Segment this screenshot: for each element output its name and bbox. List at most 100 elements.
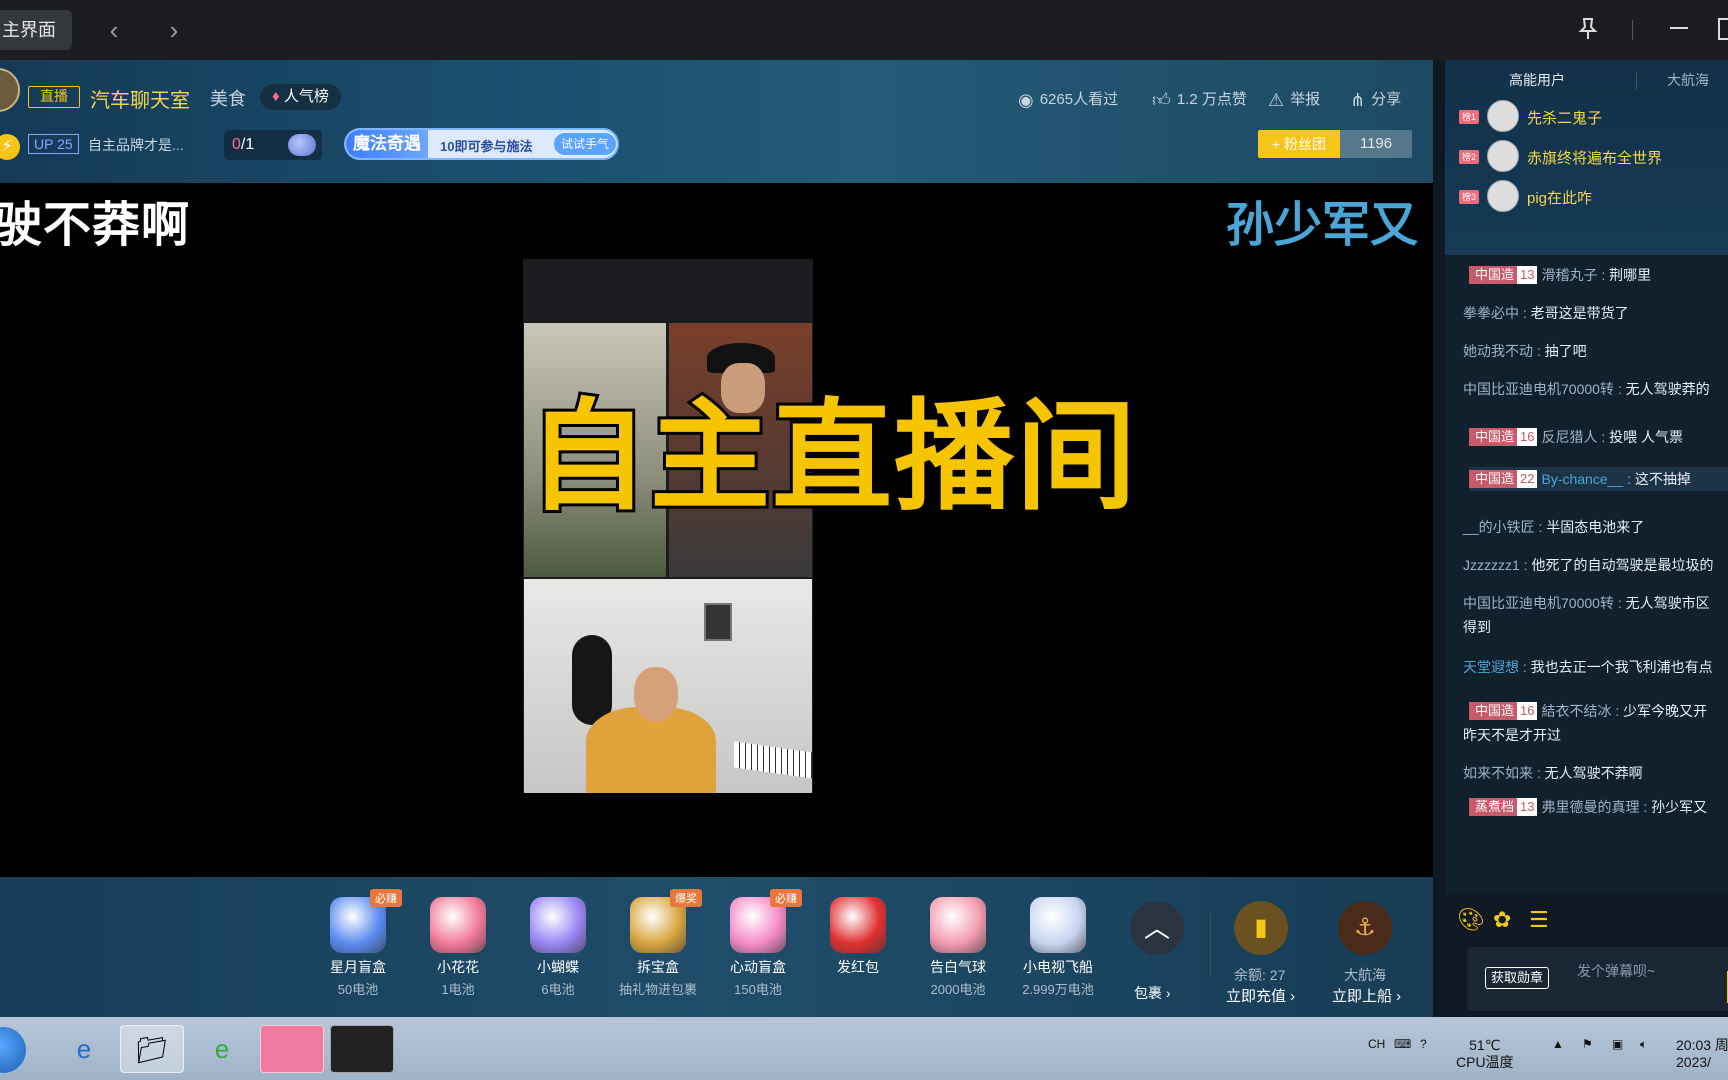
avatar: [1487, 100, 1519, 132]
chat-message[interactable]: 她动我不动 : 抽了吧: [1463, 339, 1728, 363]
cpu-temp-value: 51℃: [1469, 1037, 1501, 1053]
vip-user-row[interactable]: 榜1 先杀二鬼子: [1459, 98, 1728, 134]
network-icon[interactable]: ▣: [1612, 1037, 1623, 1051]
gift-badge: 爆奖: [670, 889, 702, 907]
chat-username[interactable]: 弗里德曼的真理: [1541, 799, 1639, 815]
tab-vip-users[interactable]: 高能用户: [1509, 70, 1565, 90]
home-tab[interactable]: 主界面: [0, 10, 72, 50]
chat-username[interactable]: __的小铁匠: [1463, 519, 1535, 535]
video-player[interactable]: 驶不莽啊 孙少军又 自主直播间: [0, 183, 1433, 877]
clock-date: 2023/: [1676, 1054, 1712, 1070]
chat-message[interactable]: 中国造 13 滑稽丸子 : 荆哪里: [1469, 263, 1728, 287]
gift-item[interactable]: 小蝴蝶 6电池: [508, 897, 608, 998]
clock[interactable]: 20:03 周 2023/: [1676, 1037, 1728, 1071]
report-button[interactable]: ⚠ 举报: [1268, 88, 1320, 111]
chat-username[interactable]: 滑稽丸子: [1541, 267, 1597, 283]
chat-username[interactable]: 結衣不结冰: [1541, 703, 1611, 719]
get-medal-button[interactable]: 获取勋章: [1485, 967, 1549, 989]
lightning-icon: ⚡: [0, 134, 20, 160]
magic-event-banner[interactable]: 魔法奇遇 10即可参与施法 试试手气: [344, 128, 619, 160]
maximize-icon[interactable]: [1718, 18, 1728, 40]
chat-username[interactable]: By-chance__: [1541, 471, 1623, 487]
battery-icon[interactable]: ▮: [1234, 901, 1288, 955]
help-icon[interactable]: ?: [1420, 1037, 1427, 1051]
chat-message[interactable]: __的小铁匠 : 半固态电池来了: [1463, 515, 1728, 539]
chat-username[interactable]: 拳拳必中: [1463, 305, 1519, 321]
volume-icon[interactable]: 🔈︎: [1640, 1037, 1647, 1052]
gift-item[interactable]: 告白气球 2000电池: [908, 897, 1008, 998]
fan-club-button[interactable]: + 粉丝团: [1258, 130, 1340, 158]
danmaku-input[interactable]: 发个弹幕呗~: [1577, 961, 1655, 981]
chat-message[interactable]: 拳拳必中 : 老哥这是带货了: [1463, 301, 1728, 325]
chat-colon: :: [1597, 267, 1610, 283]
tab-divider: [1636, 72, 1637, 90]
recharge-link[interactable]: 立即充值 ›: [1226, 985, 1295, 1006]
chat-message[interactable]: 蒸煮档 13 弗里德曼的真理 : 孙少军又: [1469, 795, 1728, 819]
chat-list[interactable]: 中国造 13 滑稽丸子 : 荆哪里 拳拳必中 : 老哥这是带货了 她动我不动 : 抽了吧…: [1445, 255, 1728, 895]
emoji-icon[interactable]: ✿: [1493, 907, 1511, 933]
gift-item[interactable]: 必赚 心动盲盒 150电池: [708, 889, 808, 998]
weather-icon[interactable]: [288, 134, 316, 156]
share-button[interactable]: ⋔ 分享: [1350, 88, 1401, 111]
anchor-icon[interactable]: ⚓: [1338, 901, 1392, 955]
chat-username[interactable]: 她动我不动: [1463, 343, 1533, 359]
lang-indicator[interactable]: CH: [1368, 1037, 1385, 1051]
room-title[interactable]: 汽车聊天室: [90, 84, 190, 113]
board-ship-link[interactable]: 立即上船 ›: [1332, 985, 1401, 1006]
folder-icon[interactable]: 📁︎: [120, 1025, 184, 1073]
chat-message[interactable]: Jzzzzzz1 : 他死了的自动驾驶是最垃圾的: [1463, 553, 1728, 577]
tray-expand-icon[interactable]: ▲: [1552, 1037, 1564, 1051]
palette-icon[interactable]: 🎨︎: [1457, 907, 1485, 933]
chat-username[interactable]: 中国比亚迪电机70000转: [1463, 595, 1614, 611]
vip-user-row[interactable]: 榜2 赤旗终将遍布全世界: [1459, 138, 1728, 174]
gift-item[interactable]: 发红包: [808, 897, 908, 979]
chat-text: 投喂 人气票: [1609, 429, 1684, 445]
medal-level: 16: [1517, 702, 1538, 720]
chat-message[interactable]: 得到: [1463, 615, 1728, 639]
ie-icon[interactable]: e: [52, 1025, 116, 1073]
chat-text: 无人驾驶市区: [1625, 595, 1710, 611]
chat-message[interactable]: 中国造 22 By-chance__ : 这不抽掉: [1469, 467, 1728, 491]
flag-icon[interactable]: ⚑: [1582, 1037, 1593, 1051]
chat-username[interactable]: 天堂遐想: [1463, 659, 1519, 675]
chat-message[interactable]: 昨天不是才开过: [1463, 723, 1728, 747]
pin-icon[interactable]: [1575, 16, 1601, 48]
chat-message[interactable]: 中国造 16 反尼猎人 : 投喂 人气票: [1469, 425, 1728, 449]
popularity-rank-button[interactable]: ♦ 人气榜: [260, 84, 341, 110]
chat-message[interactable]: 中国比亚迪电机70000转 : 无人驾驶市区: [1463, 591, 1728, 615]
gift-item[interactable]: 小花花 1电池: [408, 897, 508, 998]
streamer-avatar[interactable]: [0, 68, 20, 112]
gift-item[interactable]: 必赚 星月盲盒 50电池: [308, 889, 408, 998]
gift-icon: [430, 897, 486, 953]
minimize-icon[interactable]: [1668, 14, 1690, 42]
chat-message[interactable]: 中国比亚迪电机70000转 : 无人驾驶莽的: [1463, 377, 1728, 401]
chat-username[interactable]: 反尼猎人: [1541, 429, 1597, 445]
chevron-up-icon[interactable]: ︿: [1130, 901, 1184, 955]
chat-username[interactable]: 中国比亚迪电机70000转: [1463, 381, 1614, 397]
cpu-temp-label: CPU温度: [1456, 1054, 1514, 1070]
chat-message[interactable]: 天堂遐想 : 我也去正一个我飞利浦也有点: [1463, 655, 1728, 679]
chat-username[interactable]: 如来不如来: [1463, 765, 1533, 781]
bilibili-icon[interactable]: [260, 1025, 324, 1073]
back-icon[interactable]: ‹: [102, 16, 126, 44]
chat-username[interactable]: Jzzzzzz1: [1463, 557, 1520, 573]
keyboard-icon[interactable]: ⌨: [1394, 1037, 1411, 1051]
recorder-icon[interactable]: [330, 1025, 394, 1073]
chat-message[interactable]: 如来不如来 : 无人驾驶不莽啊: [1463, 761, 1728, 785]
vip-user-row[interactable]: 榜3 pig在此咋: [1459, 178, 1728, 214]
backpack-link[interactable]: 包裹 ›: [1134, 983, 1171, 1003]
chat-message[interactable]: 中国造 16 結衣不结冰 : 少军今晚又开: [1469, 699, 1728, 723]
list-icon[interactable]: ☰: [1529, 907, 1549, 933]
area-link[interactable]: 美食: [210, 85, 246, 111]
chat-colon: :: [1519, 305, 1531, 321]
video-cell-main: [524, 579, 812, 793]
browser-icon[interactable]: e: [190, 1025, 254, 1073]
forward-icon[interactable]: ›: [162, 16, 186, 44]
try-luck-button[interactable]: 试试手气: [554, 133, 616, 155]
gift-item[interactable]: 小电视飞船 2.999万电池: [1008, 897, 1108, 998]
likes-stat[interactable]: 👍︎ 1.2 万点赞: [1152, 88, 1247, 111]
tab-ship[interactable]: 大航海: [1667, 70, 1709, 90]
views-stat: ◉ 6265人看过: [1018, 88, 1118, 111]
gift-item[interactable]: 爆奖 拆宝盒 抽礼物进包裹: [608, 889, 708, 998]
start-icon[interactable]: [0, 1027, 26, 1073]
